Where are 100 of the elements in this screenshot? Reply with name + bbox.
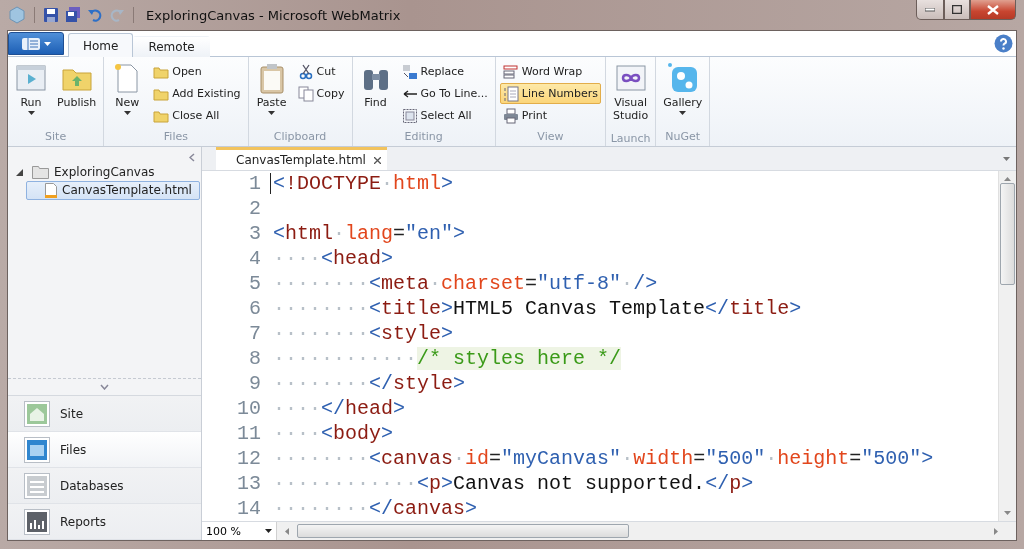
maximize-button[interactable] [944,0,970,20]
numbered-page-icon [502,85,519,102]
caret-icon [43,41,51,46]
ribbon-button[interactable]: Cut [294,61,348,82]
replace-icon [401,63,418,80]
group-label: Editing [403,129,444,145]
ribbon-button[interactable]: Run [12,59,50,129]
line-number: 5 [249,271,261,296]
line-number: 9 [249,371,261,396]
window-play-icon [15,62,47,94]
scissors-icon [297,63,314,80]
ribbon-button[interactable]: Paste [252,59,291,129]
code-line: ········</canvas> [273,496,478,521]
line-number: 2 [249,196,261,221]
code-line: ············<p>Canvas not supported.</p> [273,471,754,496]
scroll-right-icon[interactable] [994,527,998,535]
ribbon-button[interactable]: Go To Line... [398,83,491,104]
line-number: 10 [237,396,261,421]
line-number: 13 [237,471,261,496]
save-all-icon[interactable] [65,7,81,23]
code-line: ····<head> [273,246,394,271]
infinity-logo-icon [614,62,647,94]
group-label: NuGet [664,129,702,145]
ribbon-button[interactable]: Find [356,59,395,129]
caret-icon [265,529,272,533]
document-tab[interactable]: CanvasTemplate.html [216,147,387,170]
printer-icon [502,107,519,124]
bar-chart-icon [24,508,50,535]
app-cube-icon[interactable] [8,6,26,24]
workspace-item[interactable]: Files [8,432,201,468]
scroll-left-icon[interactable] [285,527,289,535]
ribbon-button[interactable]: Print [499,105,602,126]
word-wrap-icon [502,63,519,80]
line-number: 8 [249,346,261,371]
close-icon[interactable] [373,156,381,164]
ribbon-button[interactable]: Close All [150,105,244,126]
minimize-icon [925,7,935,12]
save-icon[interactable] [43,7,59,23]
ribbon-tab[interactable]: Remote [133,36,210,57]
line-number: 12 [237,446,261,471]
window-title: ExploringCanvas - Microsoft WebMatrix [146,7,401,23]
ribbon-button[interactable]: Copy [294,83,348,104]
scroll-thumb[interactable] [297,524,629,538]
ribbon-button[interactable]: Replace [398,61,491,82]
ribbon-button[interactable]: Gallery [660,59,706,129]
code-line: ····</head> [273,396,406,421]
line-number: 7 [249,321,261,346]
code-line: <!DOCTYPE·html> [273,171,454,196]
code-line: ········<meta·charset="utf-8"·/> [273,271,658,296]
house-icon [24,400,50,427]
text-cursor [270,173,271,194]
maximize-icon [952,5,962,14]
close-button[interactable] [970,0,1016,20]
group-label: Files [162,129,189,145]
code-line: ········<style> [273,321,454,346]
undo-icon[interactable] [87,7,103,23]
select-all-icon [401,107,418,124]
application-menu-button[interactable] [8,32,64,55]
line-number: 11 [237,421,261,446]
group-label: View [536,129,565,145]
line-number: 1 [249,171,261,196]
group-label: Launch [610,131,652,146]
vertical-scrollbar[interactable] [998,171,1016,521]
code-line: <html·lang="en"> [273,221,466,246]
zoom-dropdown[interactable]: 100 % [202,522,277,540]
group-label: Site [44,129,68,145]
ribbon-button[interactable]: Add Existing [150,83,244,104]
collapse-left-icon[interactable] [189,153,195,162]
collapse-down-icon[interactable] [100,384,109,390]
minimize-button[interactable] [916,0,944,20]
ribbon-button[interactable]: Visual Studio [610,59,652,131]
ribbon-button[interactable]: Line Numbers [499,83,602,104]
ribbon-button[interactable]: Open [150,61,244,82]
bubbles-logo-icon [666,62,699,94]
file-icon [45,182,57,198]
menu-icon [21,37,40,50]
line-number: 14 [237,496,261,521]
tree-item[interactable]: ExploringCanvas [27,162,162,182]
expanded-triangle-icon[interactable] [16,168,23,176]
help-icon[interactable] [994,34,1013,53]
copy-icon [297,85,314,102]
code-line: ········<canvas·id="myCanvas"·width="500"·height="500"> [273,446,934,471]
ribbon-button[interactable]: Publish [54,59,100,129]
ribbon-tab[interactable]: Home [68,33,134,57]
close-icon [987,4,999,15]
code-line: ········</style> [273,371,466,396]
scroll-thumb[interactable] [1000,183,1015,285]
ribbon-button[interactable]: New [108,59,147,129]
scroll-down-icon[interactable] [1004,511,1011,515]
dropdown-caret-icon[interactable] [1002,156,1010,161]
scroll-up-icon[interactable] [1004,177,1011,181]
line-number: 4 [249,246,261,271]
line-number: 3 [249,221,261,246]
line-number: 6 [249,296,261,321]
table-icon [24,472,50,499]
ribbon-button[interactable]: Word Wrap [499,61,602,82]
ribbon-button[interactable]: Select All [398,105,491,126]
tree-item[interactable]: CanvasTemplate.html [26,180,200,200]
code-line: ········<title>HTML5 Canvas Template</title> [273,296,802,321]
group-label: Clipboard [272,129,328,145]
